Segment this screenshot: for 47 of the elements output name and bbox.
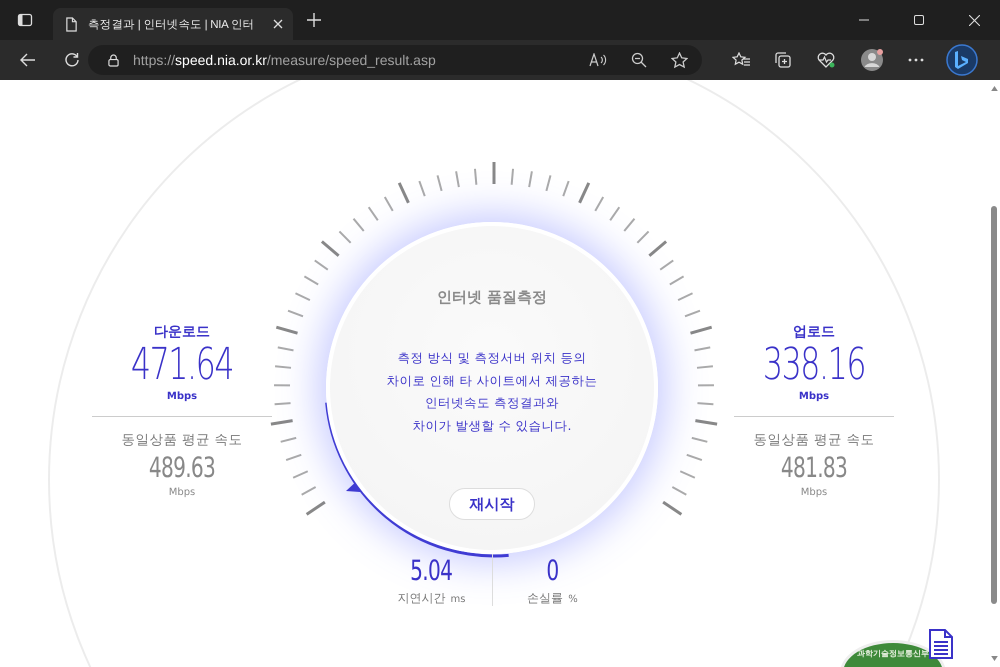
maximize-icon[interactable]	[914, 15, 924, 25]
speed-value: 471.64	[130, 341, 234, 389]
average-label: 동일상품 평균 속도	[754, 431, 874, 449]
address-bar[interactable]: https://speed.nia.or.kr/measure/speed_result.asp	[88, 45, 702, 75]
scroll-up-icon[interactable]	[990, 86, 998, 91]
refresh-icon[interactable]	[64, 52, 80, 68]
restart-button[interactable]: 재시작	[449, 488, 535, 520]
unit-label: Mbps	[166, 391, 198, 402]
metric-value: 5.04	[410, 556, 452, 586]
document-icon[interactable]	[929, 629, 953, 659]
collections-icon[interactable]	[774, 51, 792, 69]
url-text: https://speed.nia.or.kr/measure/speed_result.asp	[133, 52, 436, 68]
unit-label: %	[568, 594, 578, 605]
browser-tab[interactable]: 측정결과 | 인터넷속도 | NIA 인터	[53, 8, 293, 40]
speed-label: 업로드	[793, 323, 835, 341]
page-icon	[65, 16, 78, 32]
sidebar-icon[interactable]	[17, 12, 33, 28]
speed-value: 338.16	[762, 341, 866, 389]
average-value: 489.63	[148, 451, 216, 485]
star-icon[interactable]	[671, 52, 688, 68]
unit-label: Mbps	[798, 391, 830, 402]
notice-text: 측정 방식 및 측정서버 위치 등의 차이로 인해 타 사이트에서 제공하는 인터넷속도 측정결과와 차이가 발생할 수 있습니다.	[386, 349, 598, 434]
read-aloud-icon[interactable]	[589, 53, 607, 67]
metric-value: 0	[546, 556, 559, 586]
zoom-out-icon[interactable]	[631, 52, 647, 68]
scroll-down-icon[interactable]	[990, 656, 998, 661]
copilot-icon[interactable]	[946, 44, 978, 76]
tab-title: 측정결과 | 인터넷속도 | NIA 인터	[88, 18, 256, 32]
close-window-icon[interactable]	[969, 14, 980, 26]
back-icon[interactable]	[20, 53, 36, 67]
lock-icon	[108, 54, 119, 66]
new-tab-icon[interactable]	[307, 13, 321, 27]
close-icon[interactable]	[273, 19, 283, 29]
favorites-icon[interactable]	[732, 52, 750, 68]
speed-label: 다운로드	[154, 323, 210, 341]
average-label: 동일상품 평균 속도	[122, 431, 242, 449]
gauge-title: 인터넷 품질측정	[436, 288, 548, 307]
unit-label: Mbps	[800, 487, 828, 498]
average-value: 481.83	[780, 451, 848, 485]
unit-label: ms	[450, 594, 466, 605]
metric-label: 지연시간	[398, 590, 446, 607]
heart-pulse-icon[interactable]	[816, 51, 836, 69]
metric-label: 손실률	[527, 590, 564, 607]
seal-text: 과학기술정보통신부	[857, 648, 929, 660]
unit-label: Mbps	[168, 487, 196, 498]
profile-avatar-icon[interactable]	[860, 48, 884, 72]
more-icon[interactable]	[908, 58, 924, 62]
